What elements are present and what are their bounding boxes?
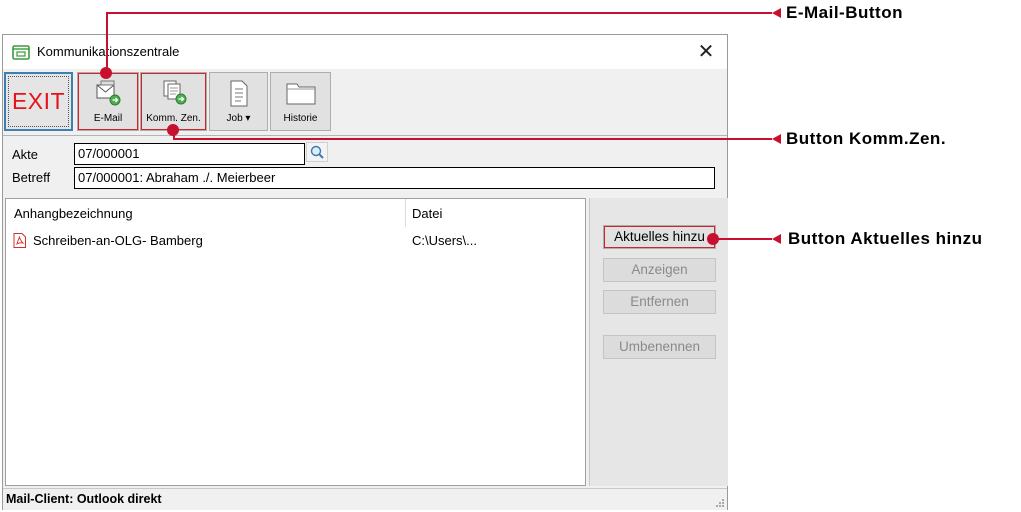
title-bar: Kommunikationszentrale ✕ xyxy=(3,35,727,69)
kommzen-callout-arrow xyxy=(772,134,781,144)
aktuelles-callout-line-h xyxy=(714,238,772,240)
search-icon xyxy=(310,145,324,159)
fields-panel: Akte 07/000001 Betreff 07/000001: Abraha… xyxy=(3,139,727,193)
kommzen-icon xyxy=(163,80,186,105)
email-callout-line-h xyxy=(106,12,772,14)
betreff-input[interactable]: 07/000001: Abraham ./. Meierbeer xyxy=(74,167,715,189)
column-header-anhangbezeichnung[interactable]: Anhangbezeichnung xyxy=(14,206,133,221)
kommzen-callout-label: Button Komm.Zen. xyxy=(786,129,947,148)
resize-grip-icon[interactable] xyxy=(715,498,725,508)
exit-button[interactable]: EXIT xyxy=(4,72,73,131)
email-callout-arrow xyxy=(772,8,781,18)
aktuelles-callout-arrow xyxy=(772,234,781,244)
list-header: Anhangbezeichnung Datei xyxy=(6,199,585,227)
betreff-label: Betreff xyxy=(12,170,51,185)
email-label: E-Mail xyxy=(93,113,123,124)
column-divider[interactable] xyxy=(405,199,406,227)
akte-search-button[interactable] xyxy=(306,142,328,162)
historie-label: Historie xyxy=(283,113,318,124)
app-folder-icon xyxy=(12,45,30,60)
status-bar: Mail-Client: Outlook direkt xyxy=(3,488,727,510)
email-button[interactable]: E-Mail xyxy=(77,72,139,131)
kommunikationszentrale-window: Kommunikationszentrale ✕ EXIT E-Mail Kom… xyxy=(2,34,728,510)
email-callout-label: E-Mail-Button xyxy=(786,3,903,22)
attachment-path: C:\Users\... xyxy=(412,233,478,248)
akte-input[interactable]: 07/000001 xyxy=(74,143,305,165)
email-callout-dot xyxy=(100,67,112,79)
kommzen-callout-dot xyxy=(167,124,179,136)
exit-label: EXIT xyxy=(11,88,66,114)
akte-label: Akte xyxy=(12,147,39,162)
kommzen-callout-line-h xyxy=(173,138,772,140)
historie-folder-icon xyxy=(286,83,315,105)
aktuelles-callout-dot xyxy=(707,233,719,245)
column-header-datei[interactable]: Datei xyxy=(412,206,442,221)
umbenennen-button[interactable]: Umbenennen xyxy=(603,335,716,359)
job-dropdown-button[interactable]: Job ▾ xyxy=(209,72,268,131)
email-icon xyxy=(96,80,121,106)
kommzen-label: Komm. Zen. xyxy=(146,113,201,124)
aktuelles-callout-label: Button Aktuelles hinzu xyxy=(788,229,983,248)
attachment-list[interactable]: Anhangbezeichnung Datei Schreiben-an-OLG… xyxy=(5,198,586,486)
anzeigen-button[interactable]: Anzeigen xyxy=(603,258,716,282)
email-callout-line-v xyxy=(106,12,108,72)
mail-client-status: Mail-Client: Outlook direkt xyxy=(6,492,162,506)
pdf-icon xyxy=(13,233,26,248)
kommzen-button[interactable]: Komm. Zen. xyxy=(140,72,207,131)
close-icon[interactable]: ✕ xyxy=(698,41,715,63)
toolbar: EXIT E-Mail Komm. Zen. Job ▾ Historie xyxy=(3,69,727,136)
job-label: Job ▾ xyxy=(226,113,251,124)
window-title: Kommunikationszentrale xyxy=(37,44,180,59)
aktuelles-hinzu-button[interactable]: Aktuelles hinzu xyxy=(603,225,716,249)
job-document-icon xyxy=(230,80,247,107)
close-button[interactable]: ✕ xyxy=(693,39,719,65)
list-item[interactable]: Schreiben-an-OLG- Bamberg C:\Users\... xyxy=(6,231,585,253)
historie-button[interactable]: Historie xyxy=(270,72,331,131)
entfernen-button[interactable]: Entfernen xyxy=(603,290,716,314)
attachment-name: Schreiben-an-OLG- Bamberg xyxy=(33,233,203,248)
